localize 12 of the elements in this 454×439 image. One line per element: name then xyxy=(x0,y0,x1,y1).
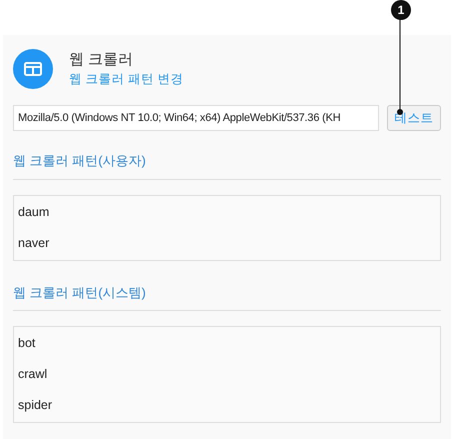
page-title: 웹 크롤러 xyxy=(69,50,134,70)
pattern-item: naver xyxy=(18,234,50,252)
pattern-item: daum xyxy=(18,204,50,220)
pattern-item: crawl xyxy=(18,366,48,383)
section-title: 웹 크롤러 패턴(사용자) xyxy=(13,151,441,180)
pattern-item: spider xyxy=(18,397,54,414)
section-title: 웹 크롤러 패턴(시스템) xyxy=(13,282,441,311)
page-subtitle: 웹 크롤러 패턴 변경 xyxy=(69,71,184,88)
callout-badge: 1 xyxy=(391,0,411,20)
window-icon xyxy=(24,62,42,76)
user-agent-field[interactable]: Mozilla/5.0 (Windows NT 10.0; Win64; x64) AppleWebKit/537.36 (KH xyxy=(13,105,379,131)
pattern-item: bot xyxy=(18,335,36,352)
